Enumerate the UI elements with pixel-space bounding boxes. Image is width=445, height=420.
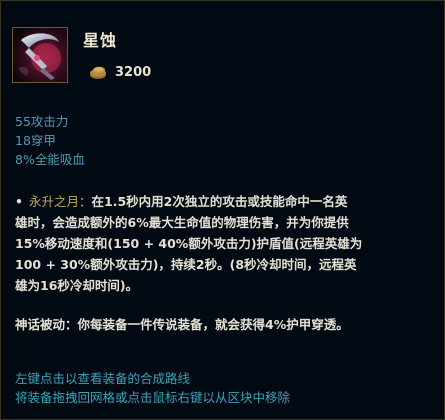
passive-line: 100 + 30%额外攻击力)，持续2秒。(8秒冷却时间，远程英	[15, 257, 357, 272]
passive-line: • 永升之月：在1.5秒内用2次独立的攻击或技能命中一名英	[15, 191, 435, 212]
passive-line: 雄时，会造成额外的6%最大生命值的物理伤害，并为你提供	[15, 215, 349, 230]
gold-coins-icon	[88, 64, 108, 80]
tooltip-hints: 左键点击以查看装备的合成路线 将装备拖拽回网格或点击鼠标右键以从区块中移除	[15, 369, 290, 407]
passive-text: 在1.5秒内用2次独立的攻击或技能命中一名英	[91, 194, 348, 209]
item-tooltip: 星蚀 3200 55攻击力 18穿甲 8%全能吸血 • 永升之月：在1.5秒内用2…	[0, 0, 445, 420]
hint-remove: 将装备拖拽回网格或点击鼠标右键以从区块中移除	[15, 390, 291, 405]
hint-left-click: 左键点击以查看装备的合成路线	[15, 371, 191, 386]
passive-line: 15%移动速度和(150 + 40%额外攻击力)护盾值(远程英雄为	[15, 236, 363, 251]
stat-armor-penetration: 18穿甲	[15, 133, 56, 148]
mythic-passive: 神话被动：你每装备一件传说装备，就会获得4%护甲穿透。	[15, 317, 349, 332]
passive-line: 雄为16秒冷却时间)。	[15, 278, 139, 293]
item-cost: 3200	[115, 65, 152, 80]
passive-description: • 永升之月：在1.5秒内用2次独立的攻击或技能命中一名英 雄时，会造成额外的6%…	[15, 191, 435, 296]
eclipse-item-icon[interactable]	[12, 27, 68, 83]
stat-omnivamp: 8%全能吸血	[15, 152, 85, 167]
bullet-icon: •	[15, 194, 23, 209]
passive-name: 永升之月：	[29, 194, 92, 209]
item-name: 星蚀	[83, 31, 118, 50]
stat-attack-damage: 55攻击力	[15, 114, 69, 129]
item-stats: 55攻击力 18穿甲 8%全能吸血	[15, 112, 85, 169]
